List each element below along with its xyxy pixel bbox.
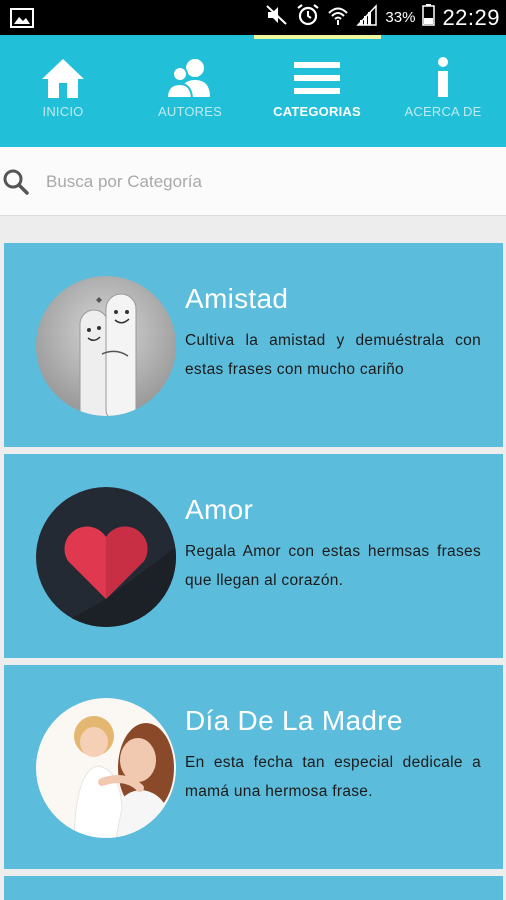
- nav-label-inicio: INICIO: [42, 104, 84, 119]
- info-icon: [436, 57, 450, 102]
- nav-label-categorias: CATEGORIAS: [273, 104, 361, 119]
- battery-percent: 33%: [385, 9, 416, 26]
- category-title: Amor: [185, 494, 254, 525]
- friendship-fingers-photo: [36, 276, 176, 416]
- category-card-amor[interactable]: Amor Regala Amor con estas hermsas frase…: [4, 454, 503, 658]
- nav-label-autores: AUTORES: [157, 104, 222, 119]
- home-icon: [40, 57, 86, 104]
- search-input[interactable]: [44, 163, 488, 201]
- signal-icon: [356, 4, 378, 31]
- category-title: Día De La Madre: [185, 705, 403, 736]
- mother-child-photo: [36, 698, 176, 838]
- heart-icon: [36, 487, 176, 627]
- category-card-amistad[interactable]: Amistad Cultiva la amistad y demuéstrala…: [4, 243, 503, 447]
- category-card-dia-de-la-madre[interactable]: Día De La Madre En esta fecha tan especi…: [4, 665, 503, 869]
- category-description: Regala Amor con estas hermsas frases que…: [185, 543, 481, 589]
- clock: 22:29: [442, 4, 500, 30]
- nav-label-acerca-de: ACERCA DE: [404, 104, 482, 119]
- category-card-partial[interactable]: [4, 876, 503, 900]
- nav-tab-categorias[interactable]: CATEGORIAS: [254, 35, 380, 147]
- wifi-icon: [327, 4, 349, 31]
- search-icon[interactable]: [2, 168, 30, 201]
- category-title: Amistad: [185, 283, 289, 314]
- image-icon: [10, 8, 34, 33]
- status-bar: 33% 22:29: [0, 0, 506, 35]
- search-bar: [0, 147, 506, 216]
- nav-tab-inicio[interactable]: INICIO: [0, 35, 126, 147]
- menu-icon: [294, 57, 340, 101]
- battery-icon: [422, 4, 436, 31]
- category-description: En esta fecha tan especial dedicale a ma…: [185, 754, 481, 800]
- category-description: Cultiva la amistad y demuéstrala con est…: [185, 332, 481, 378]
- alarm-icon: [296, 3, 320, 32]
- top-nav-bar: INICIO AUTORES CATEGORIAS ACERCA DE: [0, 35, 506, 147]
- nav-tab-autores[interactable]: AUTORES: [127, 35, 253, 147]
- nav-tab-acerca-de[interactable]: ACERCA DE: [380, 35, 506, 147]
- mute-icon: [265, 4, 289, 31]
- users-icon: [165, 57, 213, 104]
